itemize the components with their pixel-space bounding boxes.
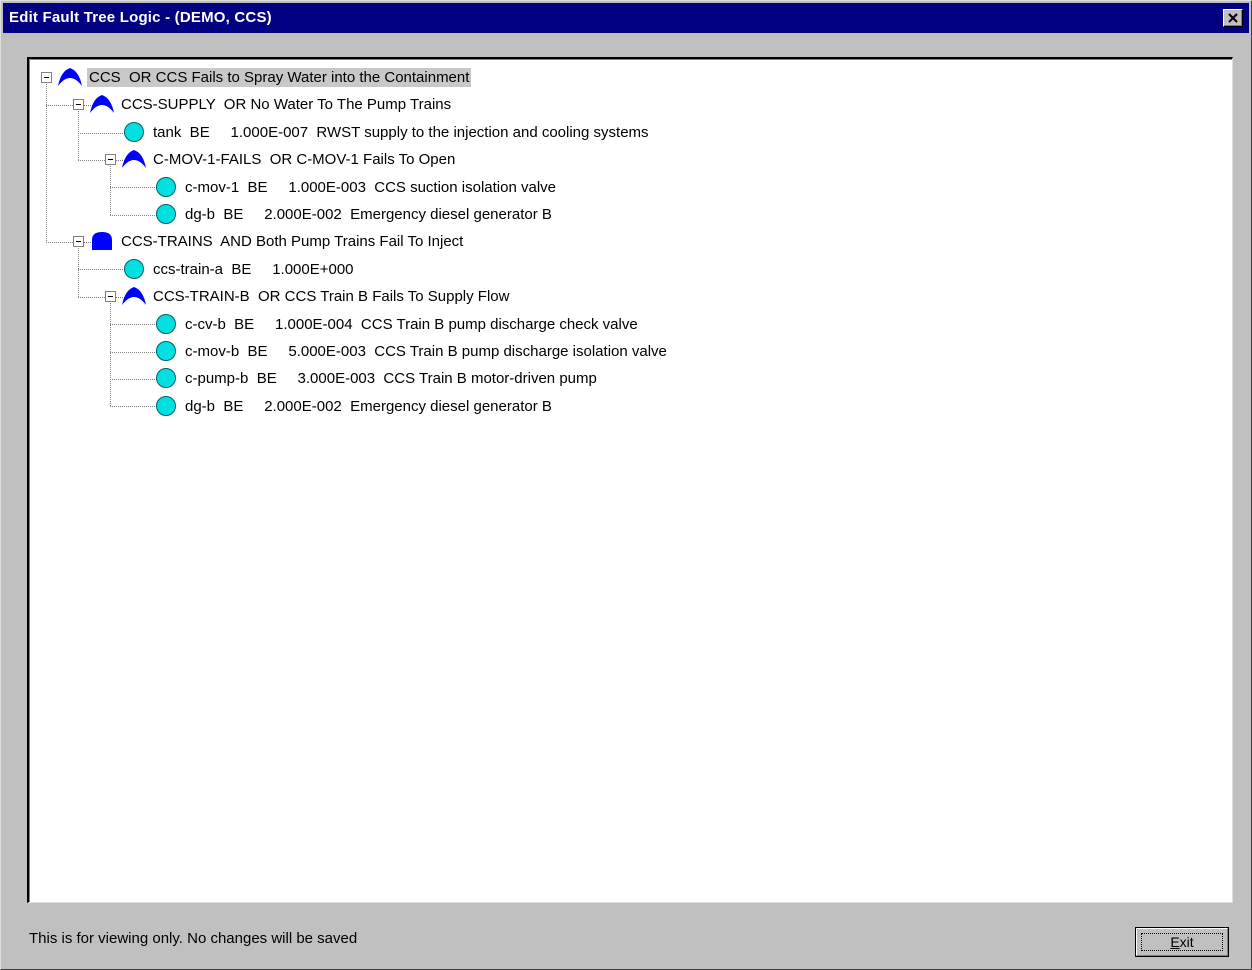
title-bar[interactable]: Edit Fault Tree Logic - (DEMO, CCS) [3, 3, 1249, 33]
collapse-toggle[interactable] [73, 236, 84, 247]
dialog-window: Edit Fault Tree Logic - (DEMO, CCS) CCS … [0, 0, 1252, 970]
tree-node-label: ccs-train-a BE 1.000E+000 [153, 260, 354, 278]
minus-icon [76, 241, 81, 242]
basic-event-icon [156, 341, 176, 361]
tree-node-label: CCS-TRAIN-B OR CCS Train B Fails To Supp… [153, 287, 510, 305]
tree-node[interactable]: c-mov-b BE 5.000E-003 CCS Train B pump d… [153, 338, 669, 364]
tree-node-label: dg-b BE 2.000E-002 Emergency diesel gene… [185, 205, 552, 223]
tree-node-label: tank BE 1.000E-007 RWST supply to the in… [153, 123, 649, 141]
basic-event-icon [156, 314, 176, 334]
tree-node[interactable]: tank BE 1.000E-007 RWST supply to the in… [121, 119, 651, 145]
tree-node-label: CCS-TRAINS AND Both Pump Trains Fail To … [121, 232, 464, 250]
collapse-toggle[interactable] [105, 154, 116, 165]
and-gate-icon [92, 232, 112, 250]
tree-node[interactable]: dg-b BE 2.000E-002 Emergency diesel gene… [153, 201, 554, 227]
collapse-toggle[interactable] [73, 99, 84, 110]
basic-event-icon [124, 259, 144, 279]
basic-event-icon [124, 122, 144, 142]
minus-icon [108, 159, 113, 160]
tree-node-label: CCS OR CCS Fails to Spray Water into the… [87, 67, 472, 87]
collapse-toggle[interactable] [41, 72, 52, 83]
tree-node-label: CCS-SUPPLY OR No Water To The Pump Train… [121, 95, 452, 113]
tree-node-label: c-mov-1 BE 1.000E-003 CCS suction isolat… [185, 178, 557, 196]
tree-node-label: C-MOV-1-FAILS OR C-MOV-1 Fails To Open [153, 150, 456, 168]
fault-tree-view[interactable]: CCS OR CCS Fails to Spray Water into the… [27, 57, 1233, 903]
basic-event-icon [156, 396, 176, 416]
minus-icon [76, 104, 81, 105]
tree-node[interactable]: c-cv-b BE 1.000E-004 CCS Train B pump di… [153, 311, 640, 337]
close-icon [1228, 13, 1238, 23]
close-button[interactable] [1223, 9, 1243, 27]
status-message: This is for viewing only. No changes wil… [29, 930, 358, 947]
tree-node[interactable]: CCS-TRAIN-B OR CCS Train B Fails To Supp… [121, 283, 511, 309]
window-title: Edit Fault Tree Logic - (DEMO, CCS) [9, 9, 272, 26]
basic-event-icon [156, 368, 176, 388]
tree-node[interactable]: dg-b BE 2.000E-002 Emergency diesel gene… [153, 393, 554, 419]
tree-node[interactable]: c-mov-1 BE 1.000E-003 CCS suction isolat… [153, 174, 558, 200]
tree-node[interactable]: CCS-TRAINS AND Both Pump Trains Fail To … [89, 228, 465, 254]
exit-accelerator: E [1170, 934, 1180, 950]
tree-node-label: c-pump-b BE 3.000E-003 CCS Train B motor… [185, 369, 597, 387]
or-gate-icon [90, 95, 114, 113]
tree-node[interactable]: c-pump-b BE 3.000E-003 CCS Train B motor… [153, 365, 599, 391]
basic-event-icon [156, 177, 176, 197]
exit-label: xit [1179, 934, 1194, 950]
collapse-toggle[interactable] [105, 291, 116, 302]
tree-node-label: dg-b BE 2.000E-002 Emergency diesel gene… [185, 397, 552, 415]
minus-icon [108, 296, 113, 297]
tree-node[interactable]: ccs-train-a BE 1.000E+000 [121, 256, 356, 282]
or-gate-icon [122, 287, 146, 305]
tree-node[interactable]: CCS OR CCS Fails to Spray Water into the… [57, 64, 472, 90]
basic-event-icon [156, 204, 176, 224]
tree-node[interactable]: C-MOV-1-FAILS OR C-MOV-1 Fails To Open [121, 146, 457, 172]
or-gate-icon [122, 150, 146, 168]
tree-node-label: c-mov-b BE 5.000E-003 CCS Train B pump d… [185, 342, 667, 360]
tree-node[interactable]: CCS-SUPPLY OR No Water To The Pump Train… [89, 91, 453, 117]
or-gate-icon [58, 68, 82, 86]
minus-icon [44, 77, 49, 78]
exit-button[interactable]: Exit [1135, 927, 1229, 957]
tree-node-label: c-cv-b BE 1.000E-004 CCS Train B pump di… [185, 315, 638, 333]
